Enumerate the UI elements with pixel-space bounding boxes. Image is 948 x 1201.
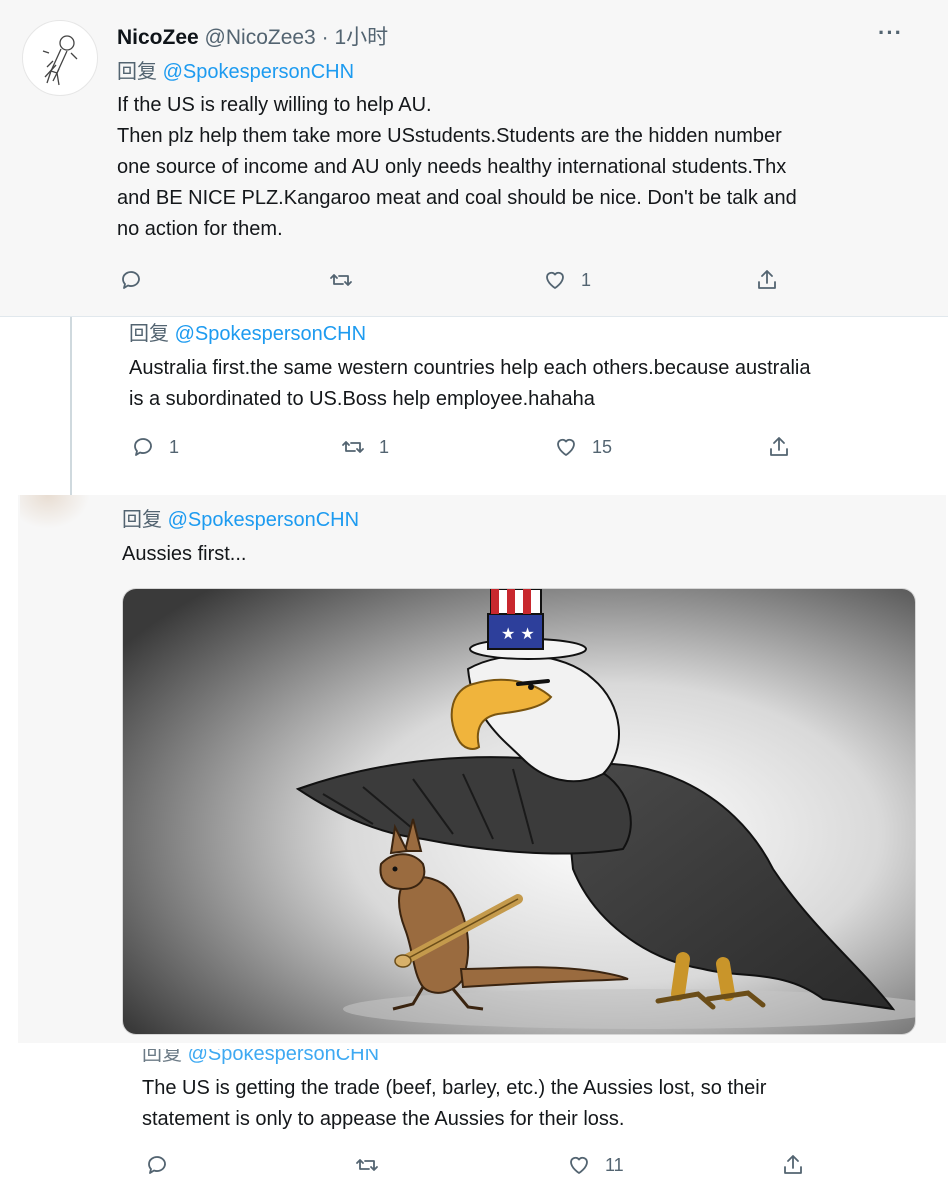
svg-text:★ ★: ★ ★ bbox=[501, 624, 535, 643]
tweet-text: If the US is really willing to help AU. … bbox=[117, 90, 797, 245]
reply-icon bbox=[148, 1156, 166, 1174]
mention-link[interactable]: @SpokespersonCHN bbox=[175, 323, 367, 345]
like-count: 1 bbox=[581, 269, 592, 290]
tweet-4[interactable]: 回复 @SpokespersonCHN The US is getting th… bbox=[24, 1043, 948, 1201]
reply-count: 1 bbox=[169, 436, 180, 457]
text-line: Then plz help them take more USstudents.… bbox=[117, 125, 782, 147]
retweet-icon bbox=[342, 441, 364, 453]
mention-link[interactable]: @SpokespersonCHN bbox=[168, 509, 360, 531]
author-handle[interactable]: @NicoZee3 bbox=[205, 26, 316, 49]
more-icon[interactable]: ··· bbox=[878, 20, 903, 46]
retweet-button[interactable]: 1 bbox=[341, 435, 389, 459]
share-icon bbox=[784, 1155, 802, 1174]
tweet-3[interactable]: 回复 @SpokespersonCHN Aussies first... ★ ★ bbox=[18, 495, 946, 1043]
tweet-text: Australia first.the same western countri… bbox=[129, 353, 810, 415]
retweet-icon bbox=[330, 274, 352, 286]
text-line: no action for them. bbox=[117, 218, 283, 240]
heart-icon bbox=[546, 271, 564, 289]
reply-button[interactable] bbox=[119, 268, 157, 292]
text-line: Australia first.the same western countri… bbox=[129, 357, 811, 379]
share-button[interactable] bbox=[767, 435, 791, 459]
timestamp[interactable]: 1小时 bbox=[334, 26, 388, 49]
text-line: one source of income and AU only needs h… bbox=[117, 156, 787, 178]
cartoon-illustration: ★ ★ bbox=[123, 589, 915, 1034]
tweet-1[interactable]: NicoZee @NicoZee3 · 1小时 ··· 回复 @Spokespe… bbox=[0, 0, 948, 317]
reply-label: 回复 bbox=[142, 1043, 182, 1065]
tweet-text: The US is getting the trade (beef, barle… bbox=[142, 1073, 766, 1135]
reply-label: 回复 bbox=[117, 61, 157, 83]
text-line: If the US is really willing to help AU. bbox=[117, 94, 432, 116]
dot-separator: · bbox=[321, 26, 329, 49]
reply-button[interactable] bbox=[145, 1153, 183, 1177]
like-button[interactable]: 11 bbox=[567, 1153, 624, 1177]
astronaut-sketch-icon bbox=[42, 35, 78, 86]
reply-button[interactable]: 1 bbox=[131, 435, 179, 459]
text-line: statement is only to appease the Aussies… bbox=[142, 1108, 625, 1130]
mention-link[interactable]: @SpokespersonCHN bbox=[188, 1049, 380, 1065]
author-name[interactable]: NicoZee bbox=[117, 26, 199, 49]
like-count: 15 bbox=[592, 436, 613, 457]
heart-icon bbox=[557, 438, 575, 456]
text-line: is a subordinated to US.Boss help employ… bbox=[129, 388, 595, 410]
share-button[interactable] bbox=[755, 268, 779, 292]
tweet-image[interactable]: ★ ★ bbox=[122, 588, 916, 1035]
thread-line bbox=[70, 317, 72, 495]
retweet-button[interactable] bbox=[355, 1153, 393, 1177]
avatar-partial bbox=[20, 495, 90, 529]
like-button[interactable]: 1 bbox=[543, 268, 591, 292]
like-count: 11 bbox=[605, 1154, 624, 1175]
text-line: The US is getting the trade (beef, barle… bbox=[142, 1077, 767, 1099]
reply-label: 回复 bbox=[129, 323, 169, 345]
reply-icon bbox=[134, 438, 152, 456]
heart-icon bbox=[570, 1156, 588, 1174]
share-icon bbox=[758, 270, 776, 289]
retweet-button[interactable] bbox=[329, 268, 367, 292]
share-button[interactable] bbox=[781, 1153, 805, 1177]
share-icon bbox=[770, 437, 788, 456]
reply-icon bbox=[122, 271, 140, 289]
retweet-count: 1 bbox=[379, 436, 390, 457]
text-line: and BE NICE PLZ.Kangaroo meat and coal s… bbox=[117, 187, 797, 209]
avatar[interactable] bbox=[22, 20, 98, 96]
like-button[interactable]: 15 bbox=[554, 435, 612, 459]
retweet-icon bbox=[356, 1159, 378, 1171]
reply-label: 回复 bbox=[122, 509, 162, 531]
tweet-2[interactable]: 回复 @SpokespersonCHN Australia first.the … bbox=[0, 317, 948, 495]
mention-link[interactable]: @SpokespersonCHN bbox=[163, 61, 355, 83]
tweet-text: Aussies first... bbox=[122, 543, 247, 565]
